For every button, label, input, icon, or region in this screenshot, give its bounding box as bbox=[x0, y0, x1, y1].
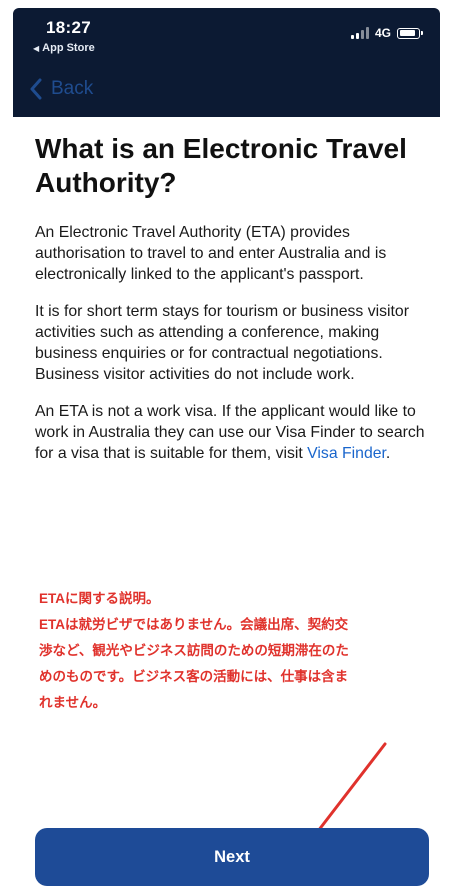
back-button[interactable]: Back bbox=[29, 78, 93, 100]
paragraph-eta-purpose: It is for short term stays for tourism o… bbox=[35, 303, 409, 383]
back-app-label: App Store bbox=[42, 42, 95, 54]
back-label: Back bbox=[51, 78, 94, 99]
paragraph-eta-work: An ETA is not a work visa. If the applic… bbox=[35, 401, 425, 464]
paragraph-work-suffix: . bbox=[385, 445, 391, 462]
next-button[interactable]: Next bbox=[35, 828, 429, 886]
japanese-annotation: ETAに関する説明。 ETAは就労ビザではありません。会議出席、契約交 渉など、… bbox=[39, 586, 429, 716]
status-bar: 18:27 ◀ App Store 4G bbox=[13, 8, 440, 64]
page-title: What is an Electronic Travel Authority? bbox=[35, 133, 407, 198]
navigation-bar: Back bbox=[13, 64, 440, 117]
network-type: 4G bbox=[374, 26, 391, 40]
back-triangle-icon: ◀ bbox=[33, 44, 40, 53]
annotation-line: ETAは就労ビザではありません。会議出席、契約交 bbox=[39, 617, 349, 632]
status-indicators: 4G bbox=[350, 26, 423, 40]
visa-finder-link[interactable]: Visa Finder bbox=[307, 445, 386, 462]
app-screen: 18:27 ◀ App Store 4G Back What is an Elec… bbox=[13, 8, 440, 886]
annotation-line: めのものです。ビジネス客の活動には、仕事は含ま bbox=[39, 669, 349, 684]
main-content: What is an Electronic Travel Authority? … bbox=[35, 132, 425, 480]
chevron-left-icon bbox=[30, 78, 42, 100]
annotation-line: ETAに関する説明。 bbox=[39, 591, 160, 606]
annotation-line: れません。 bbox=[39, 695, 107, 710]
status-time: 18:27 bbox=[46, 18, 91, 37]
battery-icon bbox=[397, 27, 423, 39]
paragraph-eta-definition: An Electronic Travel Authority (ETA) pro… bbox=[35, 224, 387, 283]
annotation-line: 渉など、観光やビジネス訪問のための短期滞在のた bbox=[39, 643, 349, 658]
signal-strength-icon bbox=[350, 27, 369, 39]
back-to-app-store-link[interactable]: ◀ App Store bbox=[33, 42, 95, 54]
